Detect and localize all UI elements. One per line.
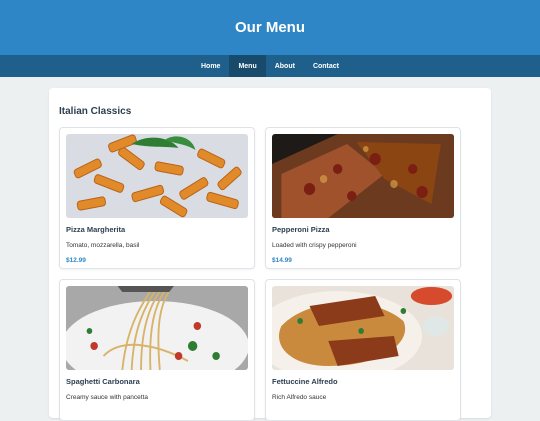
ribs-rice-image	[272, 286, 454, 370]
nav-item-home[interactable]: Home	[192, 55, 229, 77]
pizza-slices-image	[272, 134, 454, 218]
menu-item-name: Pepperoni Pizza	[272, 225, 330, 234]
main-nav: Home Menu About Contact	[0, 55, 540, 77]
menu-card[interactable]: Spaghetti Carbonara Creamy sauce with pa…	[59, 279, 255, 421]
menu-item-name: Spaghetti Carbonara	[66, 377, 140, 386]
menu-item-price: $12.99	[66, 257, 86, 264]
menu-card[interactable]: Pizza Margherita Tomato, mozzarella, bas…	[59, 127, 255, 269]
nav-item-menu[interactable]: Menu	[229, 55, 266, 77]
menu-item-description: Creamy sauce with pancetta	[66, 394, 149, 401]
menu-item-description: Tomato, mozzarella, basil	[66, 242, 140, 249]
site-header: Our Menu	[0, 0, 540, 55]
menu-item-description: Rich Alfredo sauce	[272, 394, 327, 401]
menu-card[interactable]: Pepperoni Pizza Loaded with crispy peppe…	[265, 127, 461, 269]
menu-grid: Pizza Margherita Tomato, mozzarella, bas…	[59, 127, 481, 421]
penne-pasta-image	[66, 134, 248, 218]
section-title: Italian Classics	[59, 106, 132, 117]
menu-item-name: Pizza Margherita	[66, 225, 126, 234]
nav-item-about[interactable]: About	[266, 55, 304, 77]
menu-item-price: $14.99	[272, 257, 292, 264]
spaghetti-fork-image	[66, 286, 248, 370]
nav-item-contact[interactable]: Contact	[304, 55, 348, 77]
menu-item-description: Loaded with crispy pepperoni	[272, 242, 357, 249]
menu-container: Italian Classics Pizza Margherita Tomato…	[49, 88, 491, 421]
menu-item-name: Fettuccine Alfredo	[272, 377, 338, 386]
menu-card[interactable]: Fettuccine Alfredo Rich Alfredo sauce	[265, 279, 461, 421]
page-title: Our Menu	[235, 19, 305, 36]
